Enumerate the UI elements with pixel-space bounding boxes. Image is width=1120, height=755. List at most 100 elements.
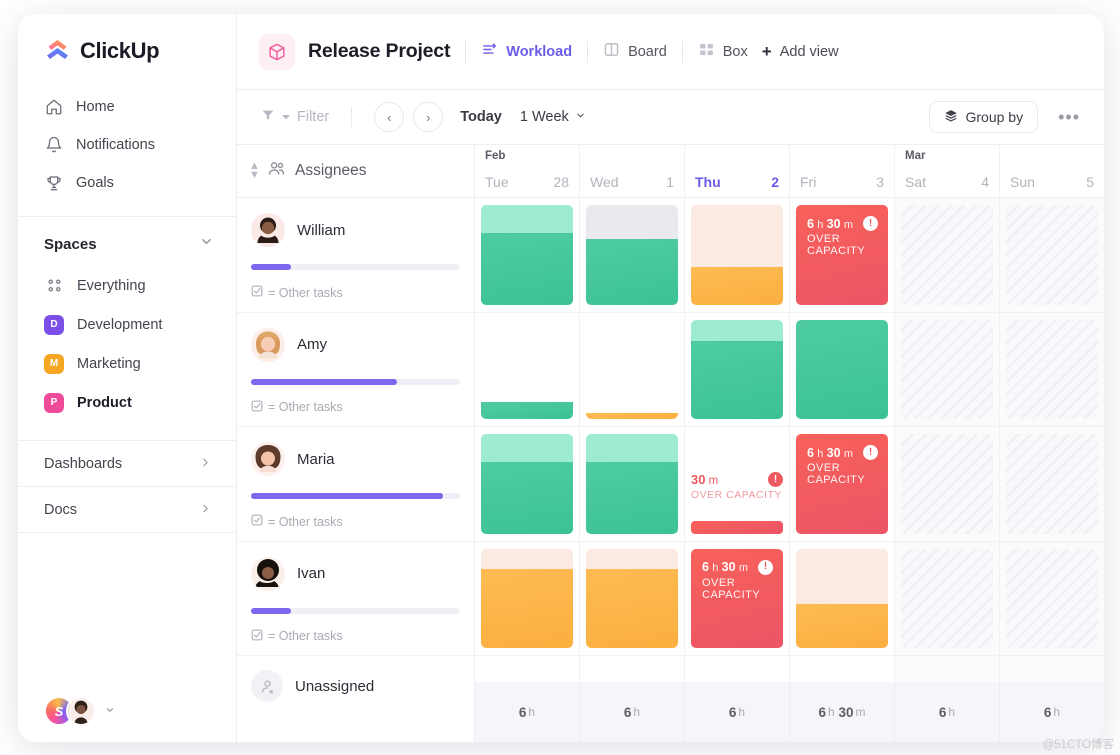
workload-cell[interactable] [580,198,684,313]
weekend-placeholder [901,434,993,534]
workload-cell[interactable] [475,198,579,313]
assignees-column: ▲▼ Assignees William [237,145,475,742]
capacity-fill [586,239,678,305]
spaces-section-header[interactable]: Spaces [18,217,236,266]
sidebar-item-everything[interactable]: Everything [18,266,236,305]
workload-cell[interactable] [685,313,789,428]
tab-box[interactable]: Box [698,41,748,62]
capacity-block [481,549,573,649]
assignee-row-unassigned[interactable]: Unassigned [237,656,474,716]
workload-cell[interactable] [580,542,684,657]
sidebar-item-marketing[interactable]: M Marketing [18,344,236,383]
board-icon [603,41,620,62]
warning-icon: ! [768,472,783,487]
chevron-down-icon [575,109,586,125]
prev-period-button[interactable]: ‹ [374,102,404,132]
workload-grid: ▲▼ Assignees William [237,145,1104,742]
workload-cell[interactable] [1000,427,1104,542]
workload-cell[interactable] [580,313,684,428]
project-icon [259,34,295,70]
sidebar-item-dashboards[interactable]: Dashboards [18,440,236,486]
avatar [251,328,285,362]
workload-cell[interactable]: 6 h 30 m!OVER CAPACITY [790,198,894,313]
spaces-list: Everything D Development M Marketing P P… [18,266,236,422]
tab-board[interactable]: Board [603,41,667,62]
workload-cell[interactable] [685,198,789,313]
add-view-button[interactable]: + Add view [762,43,839,60]
month-label: Feb [485,150,569,162]
dashboards-label: Dashboards [44,456,122,472]
nav-item-goals[interactable]: Goals [18,164,236,202]
sidebar-item-development[interactable]: D Development [18,305,236,344]
weekend-placeholder [1006,434,1098,534]
other-tasks-label: = Other tasks [268,515,343,529]
nav-item-home[interactable]: Home [18,88,236,126]
workload-cell[interactable] [475,313,579,428]
day-of-week: Wed [590,174,619,190]
over-capacity-block: 6 h 30 m!OVER CAPACITY [796,434,888,534]
chevron-down-icon[interactable] [105,705,115,717]
totals-row: 6h6h6h6h 30m6h6h [475,682,1104,742]
workload-cell[interactable] [895,542,999,657]
assignee-row-amy[interactable]: Amy = Other tasks [237,313,474,428]
over-capacity-bar [691,521,783,534]
workload-progress-bar [251,493,460,499]
filter-button[interactable]: Filter [261,108,329,126]
workload-progress-bar [251,608,460,614]
workload-cell[interactable]: 6 h 30 m!OVER CAPACITY [685,542,789,657]
more-options-button[interactable]: ••• [1054,107,1084,128]
grid-dots-icon [44,278,64,293]
workload-cell[interactable] [475,542,579,657]
capacity-block [691,205,783,305]
assignee-row-ivan[interactable]: Ivan = Other tasks [237,542,474,657]
workload-cell[interactable] [895,313,999,428]
range-select[interactable]: 1 Week [520,109,586,125]
other-tasks-label: = Other tasks [268,629,343,643]
other-tasks-label: = Other tasks [268,400,343,414]
brand-logo[interactable]: ClickUp [18,14,236,86]
capacity-fill [586,462,678,534]
workload-cell[interactable] [1000,198,1104,313]
over-status: OVER CAPACITY [807,233,878,257]
assignee-row-maria[interactable]: Maria = Other tasks [237,427,474,542]
workload-cell[interactable] [580,427,684,542]
next-period-button[interactable]: › [413,102,443,132]
watermark: @51CTO博客 [1042,736,1114,752]
progress-fill [251,493,443,499]
day-total: 6h 30m [790,682,895,742]
over-capacity-block: 6 h 30 m!OVER CAPACITY [691,549,783,649]
group-by-button[interactable]: Group by [929,101,1039,133]
assignee-row-william[interactable]: William = Other tasks [237,198,474,313]
day-number: 1 [666,174,674,190]
workload-cell[interactable]: 6 h 30 m!OVER CAPACITY [790,427,894,542]
avatar-stack[interactable]: S [44,696,96,726]
workload-cell[interactable]: 30 m!OVER CAPACITY [685,427,789,542]
workload-cell[interactable] [1000,542,1104,657]
brand-name: ClickUp [80,38,159,64]
nav-item-notifications[interactable]: Notifications [18,126,236,164]
day-column-fri: 6 h 30 m!OVER CAPACITY 6 h 30 m!OVER CAPA… [790,198,895,682]
avatar[interactable] [66,696,96,726]
workload-cell[interactable] [790,313,894,428]
workload-cell[interactable] [790,542,894,657]
tab-workload[interactable]: Workload [481,41,572,62]
capacity-block [481,320,573,420]
date-header-sun: Sun 5 [1000,145,1104,197]
sidebar-item-product[interactable]: P Product [18,383,236,422]
assignee-name: Amy [297,336,327,353]
chevron-down-icon[interactable] [199,234,214,254]
date-header-sat: Mar Sat 4 [895,145,1000,197]
other-tasks-note: = Other tasks [251,629,460,644]
primary-nav: Home Notifications Goals [18,86,236,202]
workload-cell[interactable] [475,427,579,542]
capacity-fill [586,413,678,419]
workload-cell[interactable] [895,427,999,542]
today-button[interactable]: Today [460,109,502,125]
add-view-label: Add view [780,44,839,60]
sidebar-item-docs[interactable]: Docs [18,486,236,532]
sort-icon[interactable]: ▲▼ [249,162,258,181]
workload-cell[interactable] [1000,313,1104,428]
workload-cell[interactable] [895,198,999,313]
day-number: 28 [553,174,569,190]
assignees-header[interactable]: ▲▼ Assignees [237,145,474,198]
